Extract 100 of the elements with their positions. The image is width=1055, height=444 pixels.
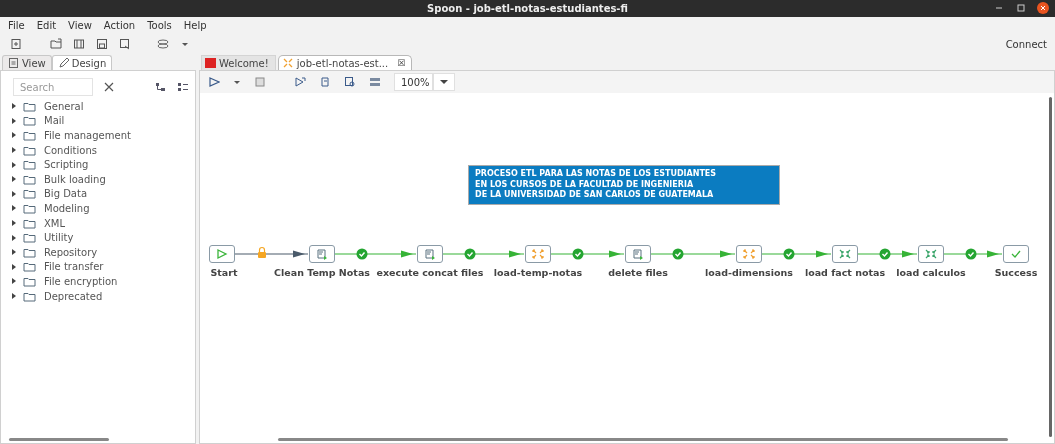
- expand-arrow-icon[interactable]: [11, 220, 16, 227]
- expand-arrow-icon[interactable]: [11, 103, 16, 110]
- job-entry[interactable]: [417, 245, 443, 263]
- collapse-icon[interactable]: [155, 81, 167, 93]
- expand-arrow-icon[interactable]: [11, 147, 16, 154]
- tree-label: XML: [44, 217, 66, 229]
- scrollbar[interactable]: [1049, 97, 1052, 437]
- replay-icon[interactable]: [294, 76, 306, 88]
- menu-item[interactable]: Edit: [36, 19, 57, 31]
- tree-item[interactable]: Bulk loading: [1, 171, 195, 187]
- tree-label: Bulk loading: [44, 173, 106, 185]
- menu-item[interactable]: Tools: [147, 19, 172, 31]
- save-icon[interactable]: [96, 38, 108, 50]
- clear-icon[interactable]: [103, 81, 115, 93]
- expand-all-icon[interactable]: [177, 81, 189, 93]
- tree-item[interactable]: Repository: [1, 244, 195, 260]
- scrollbar[interactable]: [278, 438, 1008, 441]
- grid-icon[interactable]: [369, 76, 381, 88]
- expand-arrow-icon[interactable]: [11, 190, 16, 197]
- search-field[interactable]: Search: [13, 78, 93, 96]
- tree-item[interactable]: Mail: [1, 113, 195, 129]
- folder-icon: [23, 188, 36, 200]
- sql-preview-icon[interactable]: [344, 76, 356, 88]
- tree-item[interactable]: Big Data: [1, 186, 195, 202]
- tree-item[interactable]: File management: [1, 128, 195, 143]
- folder-icon: [23, 130, 36, 141]
- tree-item[interactable]: Scripting: [1, 157, 195, 172]
- tree-label: Scripting: [44, 159, 89, 171]
- tree-item[interactable]: Deprecated: [1, 288, 195, 304]
- panel-tab[interactable]: Design: [51, 55, 113, 70]
- check-icon: [464, 248, 476, 260]
- check-script-icon[interactable]: [319, 76, 331, 88]
- zoom-dropdown-button[interactable]: [432, 73, 455, 91]
- expand-arrow-icon[interactable]: [11, 293, 16, 299]
- connect-button[interactable]: Connect: [1005, 38, 1047, 50]
- explore-icon[interactable]: [73, 38, 85, 50]
- tree-item[interactable]: File transfer: [1, 259, 195, 275]
- tree-label: File transfer: [44, 261, 104, 273]
- check-icon: [783, 248, 795, 260]
- tree-label: Utility: [44, 232, 74, 244]
- run-icon[interactable]: [208, 76, 220, 88]
- job-entry[interactable]: [918, 245, 944, 263]
- save-as-icon[interactable]: [119, 38, 131, 50]
- tree-item[interactable]: Modeling: [1, 201, 195, 216]
- expand-arrow-icon[interactable]: [11, 132, 16, 139]
- expand-arrow-icon[interactable]: [11, 249, 16, 256]
- folder-icon: [23, 246, 36, 258]
- editor-tab[interactable]: Welcome!: [201, 55, 276, 70]
- menu-item[interactable]: Action: [103, 19, 136, 31]
- expand-arrow-icon[interactable]: [11, 278, 16, 285]
- zoom-field[interactable]: 100%: [394, 73, 433, 91]
- expand-arrow-icon[interactable]: [11, 234, 16, 241]
- folder-icon: [23, 290, 36, 302]
- expand-arrow-icon[interactable]: [11, 176, 16, 183]
- editor-tab[interactable]: job-etl-notas-est... ☒: [277, 55, 413, 70]
- check-icon: [1009, 248, 1023, 260]
- arrows-icon: [742, 248, 756, 260]
- expand-arrow-icon[interactable]: [11, 161, 16, 168]
- tree-label: File management: [44, 130, 131, 141]
- check-icon: [672, 248, 684, 260]
- menu-item[interactable]: Help: [183, 19, 207, 31]
- job-entry[interactable]: [625, 245, 651, 263]
- folder-icon: [23, 217, 36, 229]
- close-icon[interactable]: [1037, 2, 1049, 14]
- new-file-icon[interactable]: [10, 38, 22, 50]
- tree-label: Mail: [44, 115, 65, 127]
- tree-label: Deprecated: [44, 290, 103, 302]
- expand-arrow-icon[interactable]: [11, 117, 16, 124]
- tree-item[interactable]: File encryption: [1, 274, 195, 289]
- entry-label: execute concat files: [376, 267, 484, 278]
- note-text: DE LA UNIVERSIDAD DE SAN CARLOS DE GUATEMALA: [475, 190, 715, 201]
- tree-item[interactable]: Conditions: [1, 142, 195, 158]
- tree-item[interactable]: General: [1, 99, 195, 114]
- scrollbar[interactable]: [9, 438, 109, 441]
- script-icon: [315, 248, 329, 260]
- menu-item[interactable]: File: [8, 19, 25, 31]
- job-entry[interactable]: [209, 245, 235, 263]
- arrows-icon: [838, 248, 852, 260]
- job-entry[interactable]: [309, 245, 335, 263]
- arrows-icon: [531, 248, 545, 260]
- job-entry[interactable]: [1003, 245, 1029, 263]
- tree-item[interactable]: Utility: [1, 230, 195, 245]
- arrows-icon: [281, 57, 294, 69]
- tree-label: Big Data: [44, 188, 88, 200]
- open-folder-icon[interactable]: [50, 38, 62, 50]
- entry-label: delete files: [608, 267, 668, 278]
- maximize-icon[interactable]: [1015, 2, 1027, 14]
- tree-item[interactable]: XML: [1, 215, 195, 231]
- job-entry[interactable]: [736, 245, 762, 263]
- close-tab-button[interactable]: ☒: [397, 58, 406, 68]
- menu-item[interactable]: View: [68, 19, 92, 31]
- entry-label: Clean Temp Notas: [274, 267, 370, 278]
- job-entry[interactable]: [525, 245, 551, 263]
- folder-icon: [23, 144, 36, 156]
- layers-icon[interactable]: [157, 38, 169, 50]
- expand-arrow-icon[interactable]: [11, 205, 16, 212]
- expand-arrow-icon[interactable]: [11, 263, 16, 270]
- job-entry[interactable]: [832, 245, 858, 263]
- panel-tab[interactable]: View: [2, 55, 52, 70]
- entry-label: load fact notas: [804, 267, 886, 278]
